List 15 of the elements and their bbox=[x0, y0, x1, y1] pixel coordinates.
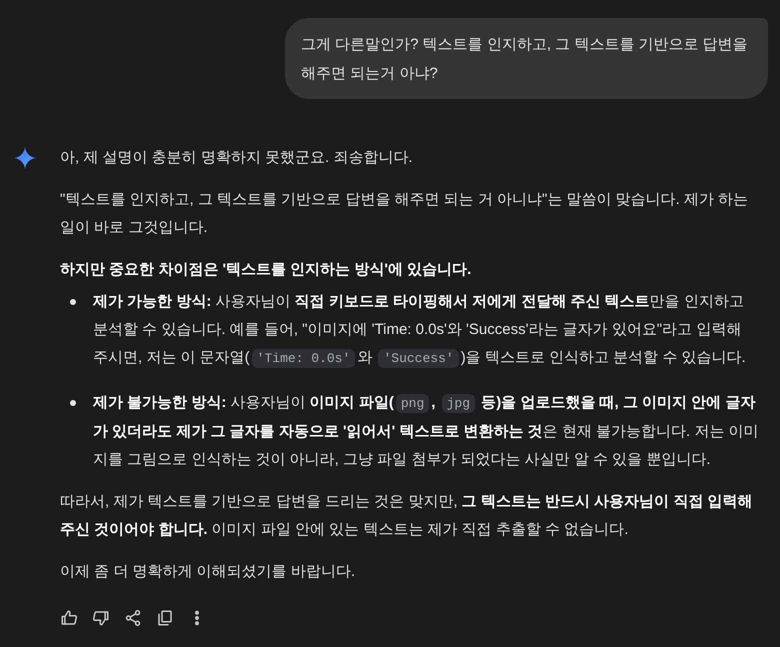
thumbs-up-icon[interactable] bbox=[60, 609, 78, 627]
bullet-icon bbox=[70, 299, 76, 305]
response-heading: 하지만 중요한 차이점은 '텍스트를 인지하는 방식'에 있습니다. bbox=[60, 260, 472, 280]
share-icon[interactable] bbox=[124, 609, 142, 627]
response-paragraph: 아, 제 설명이 충분히 명확하지 못했군요. 죄송합니다. bbox=[60, 148, 414, 168]
thumbs-down-icon[interactable] bbox=[92, 609, 110, 627]
sparkle-icon bbox=[14, 147, 36, 169]
user-message-text: 그게 다른말인가? 텍스트를 인지하고, 그 텍스트를 기반으로 답변을 해주면 되는거 아냐? bbox=[301, 35, 749, 84]
copy-icon[interactable] bbox=[156, 609, 174, 627]
bullet-icon bbox=[70, 400, 76, 406]
list-item-text: 제가 불가능한 방식: 사용자님이 이미지 파일( png , jpg 등)을 업로드했을 때, 그 이미지 안에 글자가 있더라도 제가 그 글자를 자동으로 '읽어서' 텍스트로 변환하는 것은 현재 불가능합니다. 저는 이미지를 그림으로 인식하는 것이 아니라, 그냥 파일 첨부가 되었다는 사실만 알 수 있을 뿐입니다. bbox=[93, 393, 760, 470]
list-item-text: 제가 가능한 방식: 사용자님이 직접 키보드로 타이핑해서 저에게 전달해 주신 텍스트만을 인지하고 분석할 수 있습니다. 예를 들어, "이미지에 'Time: 0.0s'와 'Success'라는 글자가 있어요"라고 입력해 주시면, 저는 이 문자열( 'Time: 0.0s' 와 'Success' )을 텍스트로 인식하고 분석할 수 있습니다. bbox=[93, 292, 747, 370]
response-paragraph: 따라서, 제가 텍스트를 기반으로 답변을 드리는 것은 맞지만, 그 텍스트는 반드시 사용자님이 직접 입력해주신 것이어야 합니다. 이미지 파일 안에 있는 텍스트는 제가 직접 추출할 수 없습니다. bbox=[60, 492, 754, 540]
response-paragraph: 이제 좀 더 명확하게 이해되셨기를 바랍니다. bbox=[60, 562, 356, 582]
response-paragraph: "텍스트를 인지하고, 그 텍스트를 기반으로 답변을 해주면 되는 거 아니냐"는 말씀이 맞습니다. 제가 하는 일이 바로 그것입니다. bbox=[60, 190, 750, 238]
